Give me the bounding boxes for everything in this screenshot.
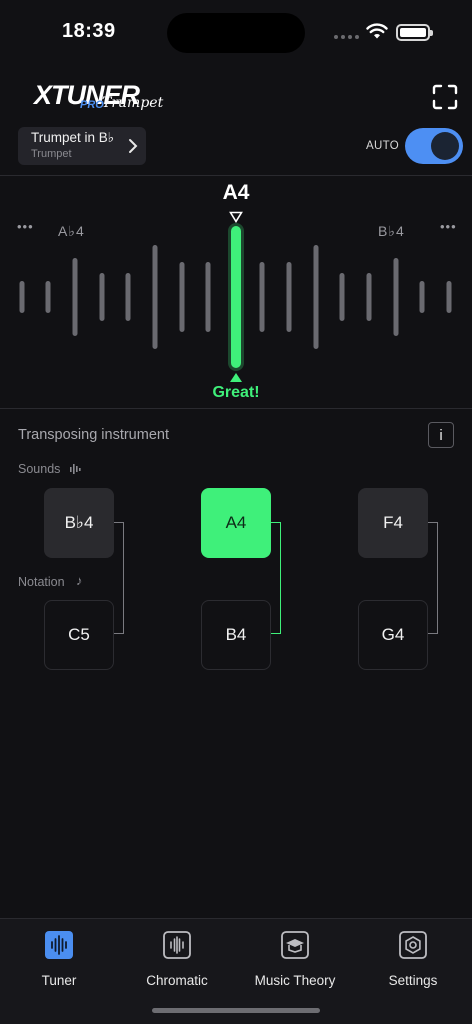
auto-label: AUTO: [366, 140, 399, 152]
tuning-feedback: Great!: [212, 384, 260, 401]
tuning-tick: [45, 281, 51, 313]
tab-label: Chromatic: [146, 973, 208, 988]
tuner-screen: 18:39 XTUNER PRO Trumpet Trumpet in B♭ T…: [0, 0, 472, 1024]
app-logo: XTUNER PRO Trumpet: [34, 80, 169, 114]
pointer-up-icon: [230, 373, 242, 382]
sound-key-a4[interactable]: A4: [201, 488, 271, 558]
dynamic-island: [167, 13, 305, 53]
tuning-tick: [286, 262, 292, 332]
tuning-tick: [259, 262, 265, 332]
tuning-tick: [205, 262, 211, 332]
tuning-tick: [313, 245, 319, 349]
settings-icon: [399, 931, 427, 959]
notation-key-b4[interactable]: B4: [201, 600, 271, 670]
sound-wave-icon: [70, 464, 81, 474]
tuning-tick: [99, 273, 105, 321]
cellular-signal-icon: [334, 35, 359, 39]
tuning-meter: A4 ••• A♭4 B♭4 ••• Great!: [0, 175, 472, 409]
notation-label: Notation: [18, 575, 65, 589]
tab-label: Tuner: [41, 973, 77, 988]
tab-music-theory[interactable]: Music Theory: [236, 929, 354, 989]
tuning-tick: [419, 281, 425, 313]
tab-settings[interactable]: Settings: [354, 929, 472, 989]
auto-toggle-knob: [431, 132, 459, 160]
notation-key-g4[interactable]: G4: [358, 600, 428, 670]
tuning-tick: [339, 273, 345, 321]
tuning-tick: [393, 258, 399, 336]
tuner-icon: [45, 931, 73, 959]
chevron-right-icon: [129, 139, 138, 153]
tab-label: Music Theory: [254, 973, 336, 988]
sound-key-f4[interactable]: F4: [358, 488, 428, 558]
info-button[interactable]: i: [428, 422, 454, 448]
fullscreen-icon[interactable]: [432, 84, 458, 110]
section-title: Transposing instrument: [18, 427, 169, 443]
music-note-icon: ♪: [76, 573, 83, 588]
active-tuning-tick: [231, 226, 241, 368]
instrument-category: Trumpet: [31, 148, 72, 160]
pair-connector-active: [271, 522, 281, 634]
logo-pro: PRO: [80, 99, 104, 111]
instrument-selector[interactable]: Trumpet in B♭ Trumpet: [18, 127, 146, 165]
tuning-tick: [19, 281, 25, 313]
logo-sub: Trumpet: [102, 95, 164, 111]
pair-connector: [114, 522, 124, 634]
wifi-icon: [366, 23, 388, 39]
sound-key-bflat4[interactable]: B♭4: [44, 488, 114, 558]
tuning-tick: [179, 262, 185, 332]
tuning-tick: [366, 273, 372, 321]
tab-chromatic[interactable]: Chromatic: [118, 929, 236, 989]
tuning-tick: [125, 273, 131, 321]
tuning-tick: [72, 258, 78, 336]
tuning-tick: [446, 281, 452, 313]
battery-icon: [396, 24, 433, 41]
tab-tuner[interactable]: Tuner: [0, 929, 118, 989]
sounds-label: Sounds: [18, 462, 61, 476]
home-indicator: [152, 1008, 320, 1013]
auto-toggle[interactable]: [405, 128, 463, 164]
music-theory-icon: [281, 931, 309, 959]
chromatic-icon: [163, 931, 191, 959]
pair-connector: [428, 522, 438, 634]
tab-label: Settings: [388, 973, 438, 988]
notation-key-c5[interactable]: C5: [44, 600, 114, 670]
status-time: 18:39: [62, 20, 116, 42]
tuning-tick: [152, 245, 158, 349]
instrument-name: Trumpet in B♭: [31, 130, 115, 145]
